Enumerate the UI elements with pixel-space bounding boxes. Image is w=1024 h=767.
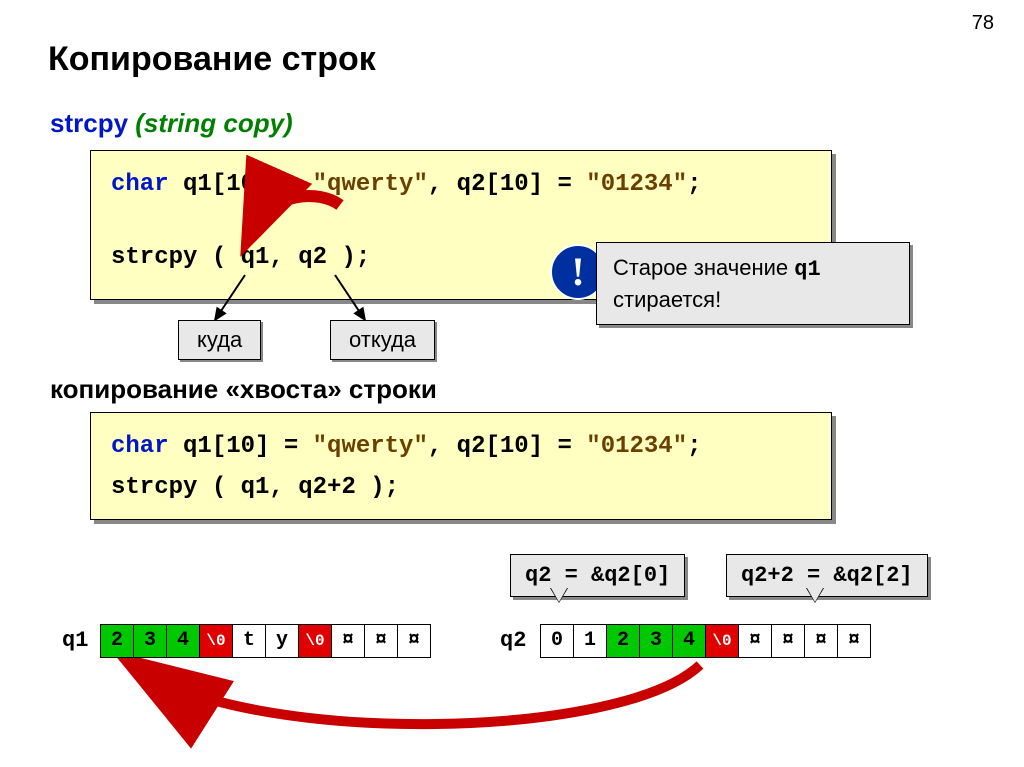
mem-cell: 3 [640, 625, 673, 657]
page-title: Копирование строк [48, 40, 376, 79]
mem-cell: 2 [101, 625, 134, 657]
strcpy-desc: (string copy) [128, 108, 293, 138]
mem-cell: 4 [167, 625, 200, 657]
mem-cell: ¤ [805, 625, 838, 657]
mem-cell: \0 [706, 625, 739, 657]
mem-cell: y [266, 625, 299, 657]
mem-cell: \0 [299, 625, 332, 657]
mem-cell: 3 [134, 625, 167, 657]
mem-cell: ¤ [838, 625, 870, 657]
code2-line1: char q1[10] = "qwerty", q2[10] = "01234"… [111, 427, 811, 468]
mem-cell: t [233, 625, 266, 657]
warning-callout: Старое значение q1 стирается! [596, 242, 910, 325]
code-box-2: char q1[10] = "qwerty", q2[10] = "01234"… [90, 412, 832, 520]
section-tail-copy: копирование «хвоста» строки [50, 374, 437, 405]
mem-cell: \0 [200, 625, 233, 657]
mem-cell: ¤ [332, 625, 365, 657]
mem-cell: ¤ [739, 625, 772, 657]
mem-cell: 0 [541, 625, 574, 657]
speech-q2-base: q2 = &q2[0] [510, 554, 685, 597]
speech-q2-offset: q2+2 = &q2[2] [726, 554, 928, 597]
code1-line1: char q1[10] = "qwerty", q2[10] = "01234"… [111, 165, 811, 206]
page-number: 78 [972, 12, 994, 35]
mem-label-q1: q1 [62, 628, 88, 653]
mem-cell: ¤ [398, 625, 430, 657]
mem-label-q2: q2 [500, 628, 526, 653]
memory-row-q1: 234\0ty\0¤¤¤ [100, 624, 431, 658]
mem-cell: ¤ [365, 625, 398, 657]
code2-line2: strcpy ( q1, q2+2 ); [111, 468, 811, 509]
section-subtitle: strcpy (string copy) [50, 108, 293, 139]
mem-cell: 4 [673, 625, 706, 657]
strcpy-name: strcpy [50, 108, 128, 138]
mem-cell: 2 [607, 625, 640, 657]
mem-cell: 1 [574, 625, 607, 657]
memory-row-q2: 01234\0¤¤¤¤ [540, 624, 871, 658]
label-src: откуда [330, 320, 435, 360]
mem-cell: ¤ [772, 625, 805, 657]
label-dest: куда [178, 320, 261, 360]
